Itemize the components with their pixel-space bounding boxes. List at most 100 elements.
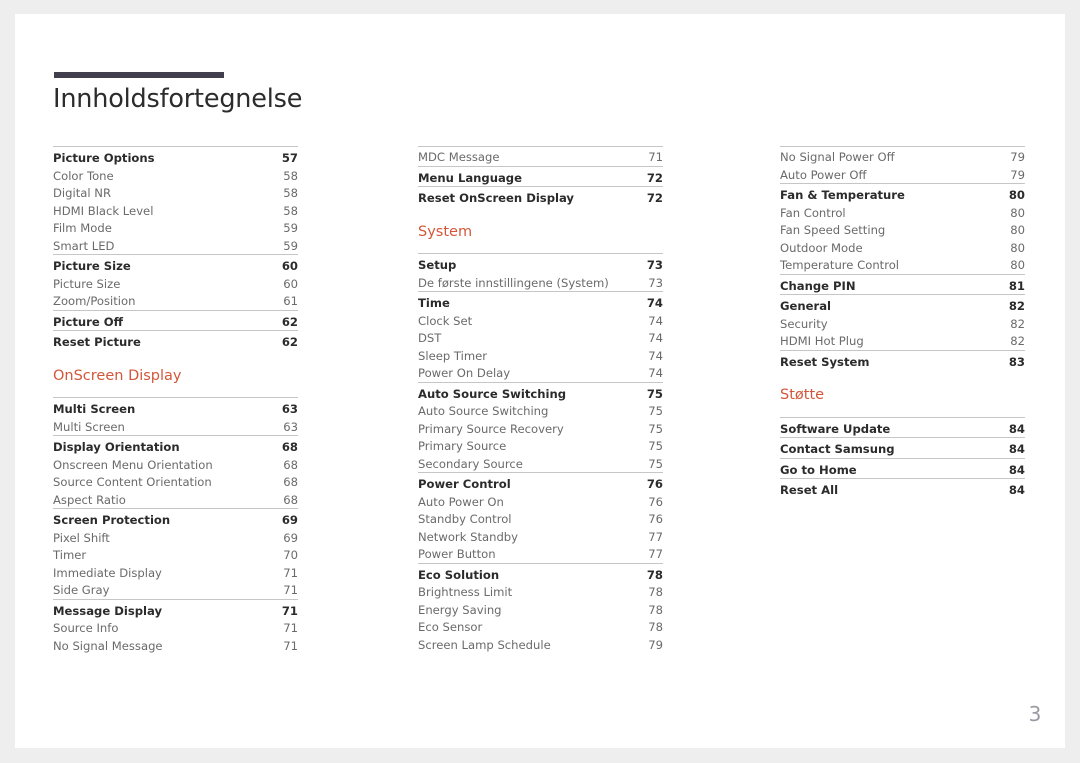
toc-entry-label: Auto Power Off — [780, 167, 867, 182]
toc-entry-sub[interactable]: De første innstillingene (System) 73 — [418, 274, 663, 292]
toc-entry-sub[interactable]: Aspect Ratio 68 — [53, 491, 298, 509]
toc-entry-label: Auto Power On — [418, 494, 504, 509]
toc-entry-heading[interactable]: Change PIN 81 — [780, 276, 1025, 295]
toc-entry-sub[interactable]: HDMI Black Level 58 — [53, 202, 298, 220]
toc-entry-label: Source Content Orientation — [53, 475, 212, 489]
toc-entry-label: Timer — [53, 548, 87, 562]
toc-entry-page-number: 63 — [281, 402, 298, 416]
toc-entry-sub[interactable]: Digital NR 58 — [53, 184, 298, 202]
toc-entry-heading[interactable]: Picture Size 60 — [53, 256, 298, 275]
toc-entry-sub[interactable]: MDC Message 71 — [418, 148, 663, 166]
toc-entry-heading[interactable]: Reset Picture 62 — [53, 332, 298, 351]
toc-entry-sub[interactable]: No Signal Message 71 — [53, 637, 298, 655]
toc-entry-sub[interactable]: Energy Saving 78 — [418, 601, 663, 619]
toc-entry-heading[interactable]: Setup 73 — [418, 255, 663, 274]
toc-entry-heading[interactable]: Fan & Temperature 80 — [780, 185, 1025, 204]
toc-entry-heading[interactable]: Picture Options 57 — [53, 148, 298, 167]
toc-entry-sub[interactable]: Brightness Limit 78 — [418, 583, 663, 601]
toc-entry-sub[interactable]: Pixel Shift 69 — [53, 529, 298, 547]
toc-group: Time 74 Clock Set 74 DST 74 Sleep Timer 74 Power… — [418, 291, 663, 382]
toc-entry-sub[interactable]: Film Mode 59 — [53, 219, 298, 237]
toc-entry-sub[interactable]: Standby Control 76 — [418, 510, 663, 528]
toc-entry-sub[interactable]: Sleep Timer 74 — [418, 347, 663, 365]
toc-entry-sub[interactable]: Onscreen Menu Orientation 68 — [53, 456, 298, 474]
toc-entry-heading[interactable]: Reset OnScreen Display 72 — [418, 188, 663, 207]
toc-entry-sub[interactable]: Auto Power Off 79 — [780, 166, 1025, 184]
toc-entry-sub[interactable]: Timer 70 — [53, 546, 298, 564]
toc-entry-label: HDMI Hot Plug — [780, 334, 864, 348]
toc-entry-sub[interactable]: Network Standby 77 — [418, 528, 663, 546]
toc-group: Reset System 83 — [780, 349, 1025, 371]
toc-entry-heading[interactable]: Reset All 84 — [780, 480, 1025, 499]
toc-entry-heading[interactable]: Message Display 71 — [53, 601, 298, 620]
toc-entry-sub[interactable]: No Signal Power Off 79 — [780, 148, 1025, 166]
toc-entry-sub[interactable]: Security 82 — [780, 315, 1025, 333]
toc-entry-sub[interactable]: Auto Power On 76 — [418, 493, 663, 511]
toc-group: Message Display 71 Source Info 71 No Signal … — [53, 598, 298, 655]
toc-entry-sub[interactable]: Source Content Orientation 68 — [53, 473, 298, 491]
toc-entry-page-number: 84 — [1008, 421, 1025, 436]
toc-entry-heading[interactable]: Menu Language 72 — [418, 168, 663, 187]
toc-entry-label: Display Orientation — [53, 440, 180, 454]
toc-entry-heading[interactable]: Multi Screen 63 — [53, 399, 298, 418]
toc-entry-sub[interactable]: Color Tone 58 — [53, 167, 298, 185]
toc-entry-sub[interactable]: Clock Set 74 — [418, 312, 663, 330]
toc-entry-heading[interactable]: Screen Protection 69 — [53, 510, 298, 529]
toc-entry-heading[interactable]: General 82 — [780, 296, 1025, 315]
toc-entry-label: DST — [418, 331, 442, 345]
toc-entry-sub[interactable]: Temperature Control 80 — [780, 256, 1025, 274]
toc-entry-sub[interactable]: Multi Screen 63 — [53, 418, 298, 436]
toc-entry-heading[interactable]: Picture Off 62 — [53, 312, 298, 331]
toc-entry-page-number: 76 — [646, 477, 663, 491]
toc-entry-sub[interactable]: Fan Speed Setting 80 — [780, 221, 1025, 239]
toc-entry-page-number: 78 — [648, 602, 663, 617]
toc-entry-label: Smart LED — [53, 238, 115, 253]
toc-entry-heading[interactable]: Auto Source Switching 75 — [418, 384, 663, 403]
toc-entry-sub[interactable]: Outdoor Mode 80 — [780, 239, 1025, 257]
toc-entry-heading[interactable]: Time 74 — [418, 293, 663, 312]
toc-entry-page-number: 82 — [1010, 334, 1025, 348]
toc-entry-page-number: 68 — [281, 440, 298, 454]
toc-entry-sub[interactable]: Picture Size 60 — [53, 275, 298, 293]
toc-entry-sub[interactable]: Eco Sensor 78 — [418, 618, 663, 636]
toc-group: Picture Options 57 Color Tone 58 Digital NR 5… — [53, 146, 298, 254]
toc-entry-heading[interactable]: Contact Samsung 84 — [780, 439, 1025, 458]
toc-entry-heading[interactable]: Power Control 76 — [418, 474, 663, 493]
toc-entry-page-number: 73 — [646, 258, 663, 272]
toc-entry-sub[interactable]: Side Gray 71 — [53, 581, 298, 599]
toc-entry-heading[interactable]: Software Update 84 — [780, 419, 1025, 438]
toc-entry-sub[interactable]: Secondary Source 75 — [418, 455, 663, 473]
toc-entry-sub[interactable]: Zoom/Position 61 — [53, 292, 298, 310]
toc-entry-page-number: 72 — [646, 191, 663, 205]
toc-entry-sub[interactable]: Power On Delay 74 — [418, 364, 663, 382]
toc-entry-label: Source Info — [53, 621, 119, 635]
toc-entry-heading[interactable]: Eco Solution 78 — [418, 565, 663, 584]
toc-entry-sub[interactable]: HDMI Hot Plug 82 — [780, 332, 1025, 350]
toc-entry-heading[interactable]: Display Orientation 68 — [53, 437, 298, 456]
toc-entry-sub[interactable]: Immediate Display 71 — [53, 564, 298, 582]
toc-entry-sub[interactable]: Primary Source 75 — [418, 437, 663, 455]
toc-group: Reset All 84 — [780, 478, 1025, 499]
toc-entry-label: Power Control — [418, 477, 511, 491]
toc-entry-sub[interactable]: Smart LED 59 — [53, 237, 298, 255]
toc-entry-page-number: 75 — [648, 404, 663, 418]
page-title: Innholdsfortegnelse — [53, 84, 303, 114]
toc-entry-sub[interactable]: Power Button 77 — [418, 545, 663, 563]
toc-entry-heading[interactable]: Reset System 83 — [780, 352, 1025, 371]
toc-column-2: MDC Message 71 Menu Language 72 Reset OnScre… — [418, 146, 663, 653]
toc-entry-label: Onscreen Menu Orientation — [53, 457, 213, 472]
toc-entry-page-number: 69 — [281, 513, 298, 527]
toc-entry-label: Immediate Display — [53, 565, 162, 580]
toc-entry-sub[interactable]: Screen Lamp Schedule 79 — [418, 636, 663, 654]
toc-entry-heading[interactable]: Go to Home 84 — [780, 460, 1025, 479]
toc-entry-sub[interactable]: Auto Source Switching 75 — [418, 402, 663, 420]
toc-entry-sub[interactable]: DST 74 — [418, 329, 663, 347]
toc-entry-label: Network Standby — [418, 529, 519, 544]
toc-entry-label: Setup — [418, 258, 457, 272]
toc-entry-page-number: 84 — [1008, 462, 1025, 477]
document-page: Innholdsfortegnelse Picture Options 57 Col… — [15, 14, 1065, 748]
toc-entry-sub[interactable]: Fan Control 80 — [780, 204, 1025, 222]
toc-entry-page-number: 75 — [646, 386, 663, 401]
toc-entry-sub[interactable]: Source Info 71 — [53, 619, 298, 637]
toc-entry-sub[interactable]: Primary Source Recovery 75 — [418, 420, 663, 438]
